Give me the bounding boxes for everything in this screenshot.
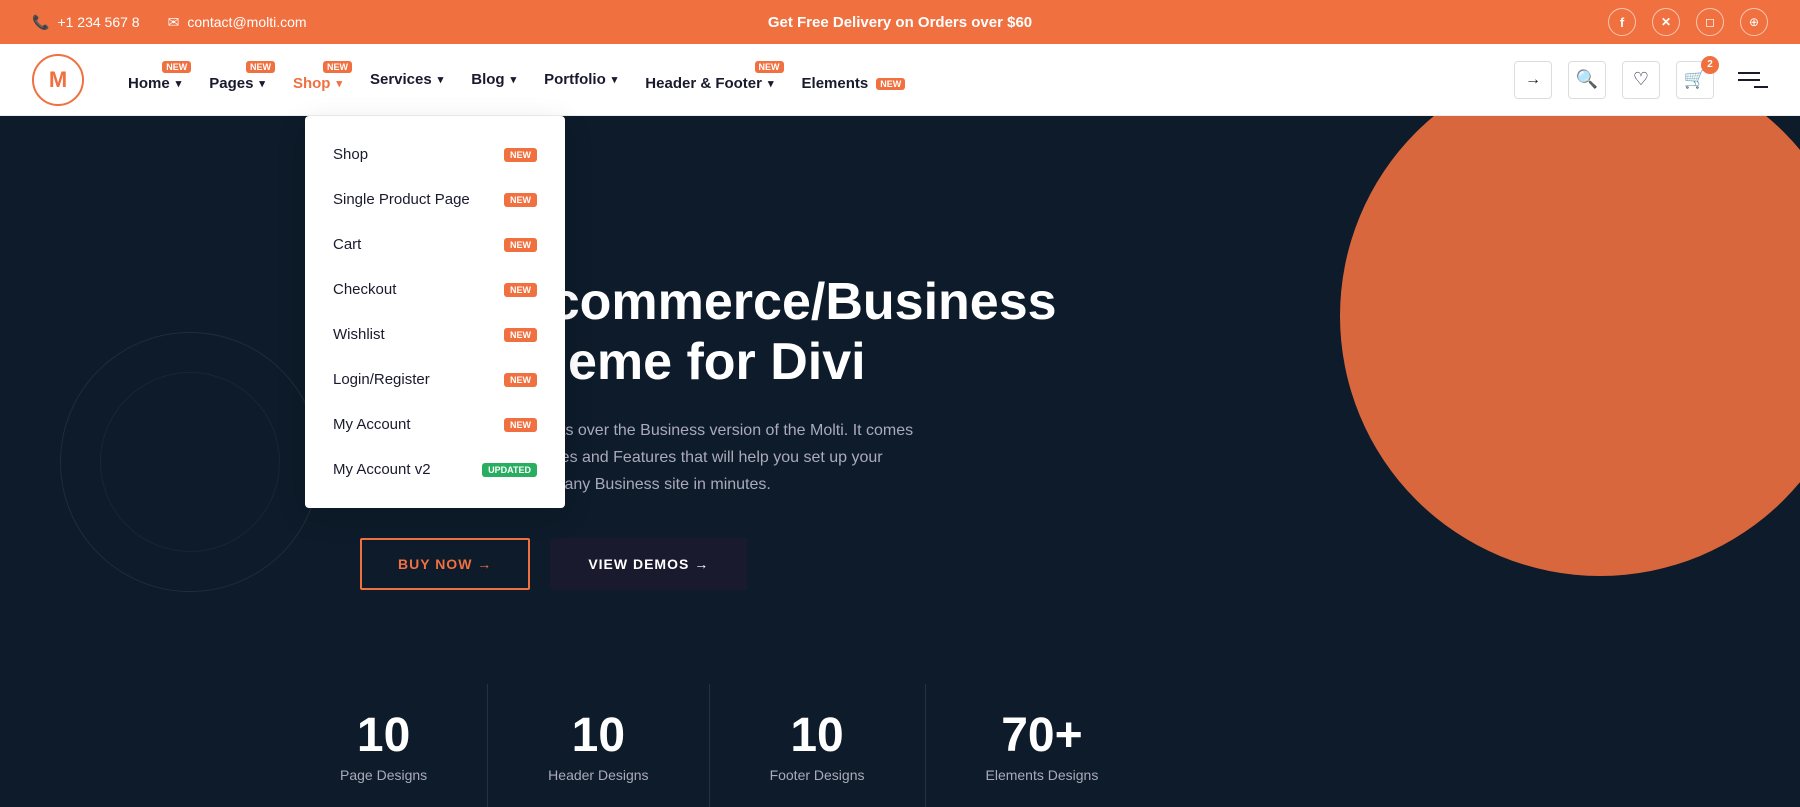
wishlist-button[interactable]: ♡ [1622,61,1660,99]
stat-footer-designs-number: 10 [770,708,865,763]
chevron-down-icon: ▾ [336,77,342,90]
nav-item-shop[interactable]: Shop ▾ NEW [281,59,354,100]
dropdown-item-login-register[interactable]: Login/Register NEW [305,357,565,402]
chevron-down-icon: ▾ [768,77,774,90]
cart-icon: 🛒 [1684,69,1706,90]
nav-badge-elements: NEW [876,78,905,90]
search-icon: 🔍 [1576,69,1598,90]
nav-label-portfolio: Portfolio [544,71,606,88]
nav-item-pages[interactable]: Pages ▾ NEW [197,59,277,100]
heart-icon: ♡ [1633,69,1649,90]
hero-buttons: BUY NOW → VIEW DEMOS → [360,538,1057,590]
dropdown-item-single-product[interactable]: Single Product Page NEW [305,177,565,222]
dropdown-label-single-product: Single Product Page [333,191,470,208]
nav-label-elements: Elements [802,75,869,92]
stat-elements-designs-number: 70+ [986,708,1099,763]
nav-badge-pages: NEW [246,61,275,73]
stat-header-designs-label: Header Designs [548,767,648,783]
dropdown-badge-my-account-v2: UPDATED [482,463,537,477]
dropdown-badge-my-account: NEW [504,418,537,432]
logo[interactable]: M [32,54,84,106]
hamburger-line-2 [1738,79,1760,81]
stat-page-designs-number: 10 [340,708,427,763]
top-bar-left: 📞 +1 234 567 8 ✉ contact@molti.com [32,14,307,31]
nav-items: Home ▾ NEW Pages ▾ NEW Shop ▾ NEW Servic… [116,59,1514,100]
dropdown-badge-login-register: NEW [504,373,537,387]
dropdown-item-my-account[interactable]: My Account NEW [305,402,565,447]
dribbble-icon[interactable]: ⊕ [1740,8,1768,36]
hero-circle-decoration [1340,116,1800,576]
email-contact[interactable]: ✉ contact@molti.com [168,14,307,31]
dropdown-item-checkout[interactable]: Checkout NEW [305,267,565,312]
nav-item-portfolio[interactable]: Portfolio ▾ [532,63,629,96]
dropdown-badge-shop: NEW [504,148,537,162]
nav-label-services: Services [370,71,432,88]
hamburger-menu[interactable] [1730,61,1768,99]
nav-item-home[interactable]: Home ▾ NEW [116,59,193,100]
top-bar: 📞 +1 234 567 8 ✉ contact@molti.com Get F… [0,0,1800,44]
dropdown-label-checkout: Checkout [333,281,396,298]
promo-text: Get Free Delivery on Orders over $60 [768,14,1032,31]
dropdown-badge-checkout: NEW [504,283,537,297]
dropdown-item-cart[interactable]: Cart NEW [305,222,565,267]
stat-header-designs-number: 10 [548,708,648,763]
nav-item-blog[interactable]: Blog ▾ [459,63,528,96]
chevron-down-icon: ▾ [176,77,182,90]
nav-right: → 🔍 ♡ 🛒 2 [1514,61,1768,99]
phone-contact[interactable]: 📞 +1 234 567 8 [32,14,140,31]
nav-label-shop: Shop [293,75,331,92]
dropdown-label-wishlist: Wishlist [333,326,385,343]
dropdown-item-my-account-v2[interactable]: My Account v2 UPDATED [305,447,565,492]
nav-badge-home: NEW [162,61,191,73]
dropdown-label-login-register: Login/Register [333,371,430,388]
main-nav: M Home ▾ NEW Pages ▾ NEW Shop ▾ NEW Serv… [0,44,1800,116]
dropdown-label-my-account-v2: My Account v2 [333,461,431,478]
phone-icon: 📞 [32,14,49,31]
hero-ring-decoration-2 [100,372,280,552]
nav-label-home: Home [128,75,170,92]
hamburger-line-3 [1754,86,1768,88]
instagram-icon[interactable]: ◻ [1696,8,1724,36]
chevron-down-icon: ▾ [612,73,618,86]
dropdown-label-my-account: My Account [333,416,411,433]
nav-item-header-footer[interactable]: Header & Footer ▾ NEW [633,59,785,100]
nav-label-header-footer: Header & Footer [645,75,762,92]
stat-footer-designs-label: Footer Designs [770,767,865,783]
hero-section: rpose Ecommerce/Business Child Theme for… [0,116,1800,807]
chevron-down-icon: ▾ [438,73,444,86]
login-button[interactable]: → [1514,61,1552,99]
nav-label-pages: Pages [209,75,253,92]
dropdown-badge-cart: NEW [504,238,537,252]
chevron-down-icon: ▾ [259,77,265,90]
dropdown-item-shop[interactable]: Shop NEW [305,132,565,177]
email-icon: ✉ [168,14,180,31]
buy-now-button[interactable]: BUY NOW → [360,538,530,590]
hamburger-line-1 [1738,72,1760,74]
cart-count: 2 [1701,56,1719,74]
dropdown-label-shop: Shop [333,146,368,163]
nav-badge-shop: NEW [323,61,352,73]
nav-item-services[interactable]: Services ▾ [358,63,455,96]
dropdown-badge-single-product: NEW [504,193,537,207]
shop-dropdown: Shop NEW Single Product Page NEW Cart NE… [305,116,565,508]
stat-page-designs-label: Page Designs [340,767,427,783]
nav-label-blog: Blog [471,71,504,88]
nav-badge-header-footer: NEW [755,61,784,73]
dropdown-label-cart: Cart [333,236,361,253]
dropdown-badge-wishlist: NEW [504,328,537,342]
stat-elements-designs-label: Elements Designs [986,767,1099,783]
facebook-icon[interactable]: f [1608,8,1636,36]
cart-button[interactable]: 🛒 2 [1676,61,1714,99]
chevron-down-icon: ▾ [511,73,517,86]
nav-item-elements[interactable]: Elements NEW [790,59,918,100]
view-demos-button[interactable]: VIEW DEMOS → [550,538,747,590]
twitter-x-icon[interactable]: ✕ [1652,8,1680,36]
search-button[interactable]: 🔍 [1568,61,1606,99]
social-links: f ✕ ◻ ⊕ [1608,8,1768,36]
dropdown-item-wishlist[interactable]: Wishlist NEW [305,312,565,357]
